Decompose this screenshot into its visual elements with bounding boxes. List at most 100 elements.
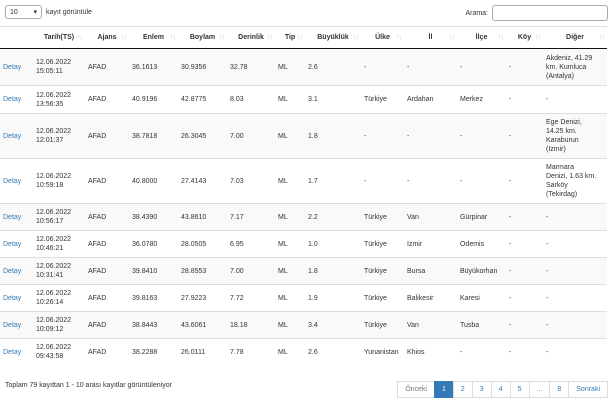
cell-koy: - [506, 48, 543, 86]
cell-il: Ardahan [404, 85, 457, 114]
page-length-label: kayıt görüntüle [46, 8, 92, 16]
cell-country: Türkiye [361, 85, 404, 114]
cell-il: Izmir [404, 230, 457, 258]
table-row: Detay 12.06.2022 15:05:11 AFAD 36.1613 30.935… [0, 48, 607, 86]
column-header-derinlik[interactable]: Derinlik ↑↓ [227, 26, 275, 49]
cell-country: Türkiye [361, 230, 404, 258]
cell-mag: 2.6 [305, 48, 361, 86]
page-button-4[interactable]: 4 [490, 381, 511, 398]
page-button-3[interactable]: 3 [471, 381, 492, 398]
cell-agency: AFAD [85, 158, 129, 204]
column-header-tarih-ts-[interactable]: Tarih(TS) ↑↓ [33, 26, 85, 49]
cell-other: Ege Denizi, 14.25 km. Karaburun (Izmir) [543, 113, 607, 159]
cell-date: 12.06.2022 10:26:14 [33, 284, 85, 312]
cell-ilce: - [457, 158, 506, 204]
table-row: Detay 12.06.2022 10:26:14 AFAD 39.8163 27.922… [0, 284, 607, 312]
column-header-tip[interactable]: Tip ↑↓ [275, 26, 305, 49]
cell-mag: 3.4 [305, 311, 361, 339]
cell-koy: - [506, 113, 543, 159]
cell-mag: 1.7 [305, 158, 361, 204]
page-button-5[interactable]: 5 [509, 381, 530, 398]
detail-link[interactable]: Detay [0, 257, 33, 285]
cell-date: 12.06.2022 [36, 173, 72, 180]
cell-other-line: (Antalya) [546, 72, 575, 80]
column-header-label: Diğer [566, 34, 584, 41]
cell-other-line: Sarköy [546, 182, 568, 189]
detail-link[interactable]: Detay [0, 284, 33, 312]
cell-date: 12.06.2022 [36, 236, 72, 243]
sort-icon: ↑↓ [353, 34, 359, 41]
cell-koy: - [506, 257, 543, 285]
cell-time: 10:59:18 [36, 182, 64, 189]
cell-lat: 36.1613 [129, 48, 178, 86]
cell-ilce: - [457, 338, 506, 366]
cell-agency: AFAD [85, 257, 129, 285]
cell-date: 12.06.2022 [36, 91, 72, 99]
column-header-action [0, 26, 33, 49]
cell-lat: 38.4390 [129, 203, 178, 231]
detail-link[interactable]: Detay [0, 113, 33, 159]
column-header-diğer[interactable]: Diğer ↑↓ [543, 26, 607, 49]
page-length-select[interactable]: 10 ▾ [5, 5, 42, 19]
cell-lat: 36.0780 [129, 230, 178, 258]
cell-depth: 18.18 [227, 311, 275, 339]
column-header-label: Enlem [142, 34, 164, 41]
cell-time: 10:46:21 [36, 245, 64, 252]
cell-lon: 26.0111 [178, 338, 227, 366]
cell-country: Türkiye [361, 311, 404, 339]
detail-link[interactable]: Detay [0, 230, 33, 258]
cell-ilce: Karesi [457, 284, 506, 312]
next-page-button[interactable]: Sonraki [568, 381, 608, 398]
previous-page-button[interactable]: Önceki [397, 381, 435, 398]
cell-ilce: Odemis [457, 230, 506, 258]
cell-ilce: - [457, 48, 506, 86]
cell-lon: 28.0505 [178, 230, 227, 258]
table-row: Detay 12.06.2022 12:01:37 AFAD 38.7818 26.304… [0, 113, 607, 159]
search-input[interactable] [492, 5, 608, 21]
cell-agency: AFAD [85, 113, 129, 159]
column-header-i-lçe[interactable]: İlçe ↑↓ [457, 26, 506, 49]
cell-other-line: Marmara [546, 164, 575, 171]
page-button-1[interactable]: 1 [433, 381, 454, 398]
detail-link[interactable]: Detay [0, 48, 33, 86]
column-header-boylam[interactable]: Boylam ↑↓ [178, 26, 227, 49]
cell-lat: 38.8443 [129, 311, 178, 339]
cell-lon: 43.8610 [178, 203, 227, 231]
detail-link[interactable]: Detay [0, 203, 33, 231]
detail-link[interactable]: Detay [0, 311, 33, 339]
cell-other: Marmara Denizi, 1.63 km. Sarköy (Tekirdag) [543, 158, 607, 204]
cell-lat: 38.7818 [129, 113, 178, 159]
cell-type: ML [275, 311, 305, 339]
cell-other-line: - [546, 321, 549, 329]
column-header-label: İlçe [475, 34, 488, 41]
cell-date: 12.06.2022 13:56:35 [33, 85, 85, 114]
column-header-enlem[interactable]: Enlem ↑↓ [129, 26, 178, 49]
cell-depth: 6.95 [227, 230, 275, 258]
cell-lon: 43.6061 [178, 311, 227, 339]
page-button-2[interactable]: 2 [452, 381, 473, 398]
table-row: Detay 12.06.2022 13:56:35 AFAD 40.9196 42.877… [0, 85, 607, 114]
cell-ilce: Tusba [457, 311, 506, 339]
cell-lon: 28.8553 [178, 257, 227, 285]
column-header-köy[interactable]: Köy ↑↓ [506, 26, 543, 49]
cell-other-line: Denizi, 1.63 km. [546, 173, 597, 180]
cell-other: - [543, 85, 607, 114]
sort-icon: ↑↓ [267, 34, 273, 41]
detail-link[interactable]: Detay [0, 158, 33, 204]
column-header-ajans[interactable]: Ajans ↑↓ [85, 26, 129, 49]
page-button-8[interactable]: 8 [549, 381, 570, 398]
table-row: Detay 12.06.2022 10:09:12 AFAD 38.8443 43.606… [0, 311, 607, 339]
column-header-label: Boylam [189, 34, 216, 41]
sort-icon: ↑↓ [297, 34, 303, 41]
detail-link[interactable]: Detay [0, 85, 33, 114]
column-header-ülke[interactable]: Ülke ↑↓ [361, 26, 404, 49]
cell-agency: AFAD [85, 311, 129, 339]
column-header-i-l[interactable]: İl ↑↓ [404, 26, 457, 49]
detail-link[interactable]: Detay [0, 338, 33, 366]
cell-date: 12.06.2022 12:01:37 [33, 113, 85, 159]
column-header-label: Ajans [97, 34, 117, 41]
cell-time: 10:26:14 [36, 299, 64, 306]
cell-agency: AFAD [85, 203, 129, 231]
column-header-büyüklük[interactable]: Büyüklük ↑↓ [305, 26, 361, 49]
cell-depth: 32.78 [227, 48, 275, 86]
